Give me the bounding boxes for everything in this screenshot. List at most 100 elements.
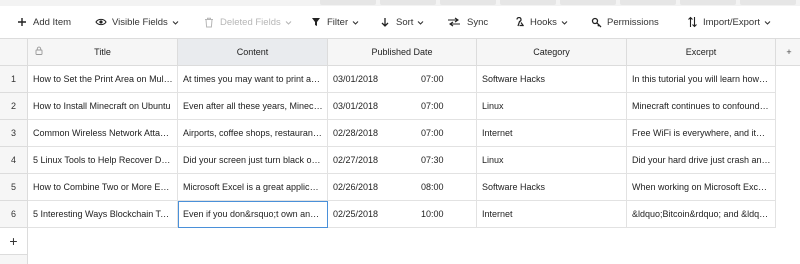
table-cell-date[interactable]: 03/01/2018 07:00	[328, 93, 477, 120]
table-cell-excerpt[interactable]: &ldquo;Bitcoin&rdquo; and &ldq…	[627, 201, 776, 228]
table-cell-content[interactable]: Microsoft Excel is a great applica…	[178, 174, 328, 201]
chevron-down-icon	[417, 19, 424, 26]
cell-text: Airports, coffee shops, restauran…	[183, 128, 322, 138]
lock-icon	[35, 46, 43, 57]
table-cell-date[interactable]: 02/27/2018 07:30	[328, 147, 477, 174]
data-grid: Title Content Published Date Category Ex…	[0, 38, 800, 264]
table-cell-title[interactable]: How to Set the Print Area on Mul…	[28, 66, 178, 93]
time-value: 07:00	[421, 101, 444, 111]
plus-icon	[16, 16, 28, 28]
column-header-label: Title	[94, 47, 111, 57]
eye-icon	[95, 16, 107, 28]
date-value: 02/28/2018	[333, 128, 379, 138]
top-strip-tab	[740, 0, 796, 5]
table-cell-excerpt[interactable]: Free WiFi is everywhere, and it&r…	[627, 120, 776, 147]
chevron-down-icon	[285, 19, 292, 26]
row-number[interactable]: 6	[0, 201, 28, 228]
arrow-down-icon	[379, 16, 391, 28]
time-value: 08:00	[421, 182, 444, 192]
time-value: 07:30	[421, 155, 444, 165]
table-cell-category[interactable]: Linux	[477, 93, 627, 120]
cell-text: In this tutorial you will learn how…	[632, 74, 769, 84]
date-value: 03/01/2018	[333, 74, 379, 84]
cell-text: At times you may want to print a…	[183, 74, 321, 84]
cell-text: &ldquo;Bitcoin&rdquo; and &ldq…	[632, 209, 769, 219]
table-cell-content[interactable]: Even if you don&rsquo;t own an…	[178, 201, 328, 228]
permissions-label: Permissions	[607, 16, 659, 28]
top-strip-tab	[680, 0, 736, 5]
cell-text: Did your hard drive just crash an…	[632, 155, 771, 165]
table-cell-category[interactable]: Internet	[477, 120, 627, 147]
add-item-button[interactable]: Add Item	[16, 6, 71, 38]
cell-text: Internet	[482, 128, 513, 138]
cell-text: Internet	[482, 209, 513, 219]
chevron-down-icon	[764, 19, 771, 26]
table-cell-content[interactable]: Even after all these years, Minecr…	[178, 93, 328, 120]
table-cell-excerpt[interactable]: Minecraft continues to confound…	[627, 93, 776, 120]
column-header-category[interactable]: Category	[477, 39, 627, 66]
table-cell-date[interactable]: 02/28/2018 07:00	[328, 120, 477, 147]
row-number[interactable]: 5	[0, 174, 28, 201]
table-cell-date[interactable]: 03/01/2018 07:00	[328, 66, 477, 93]
add-row-button[interactable]: +	[0, 228, 28, 255]
top-strip-tab	[440, 0, 496, 5]
sync-label: Sync	[467, 16, 489, 28]
cell-text: Software Hacks	[482, 182, 546, 192]
sync-button[interactable]: Sync	[447, 6, 488, 38]
table-cell-category[interactable]: Software Hacks	[477, 66, 627, 93]
row-number[interactable]: 4	[0, 147, 28, 174]
permissions-button[interactable]: Permissions	[590, 6, 659, 38]
cell-text: 5 Linux Tools to Help Recover D…	[33, 155, 171, 165]
top-strip-tab	[380, 0, 436, 5]
sort-label: Sort	[396, 16, 414, 28]
cell-text: Even after all these years, Minecr…	[183, 101, 326, 111]
hooks-button[interactable]: Hooks	[513, 6, 568, 38]
table-cell-title[interactable]: Common Wireless Network Atta…	[28, 120, 178, 147]
top-strip-tab	[320, 0, 376, 5]
row-number[interactable]: 3	[0, 120, 28, 147]
top-strip-tab	[560, 0, 616, 5]
corner-header	[0, 39, 28, 66]
time-value: 07:00	[421, 128, 444, 138]
sort-button[interactable]: Sort	[379, 6, 424, 38]
deleted-fields-button[interactable]: Deleted Fields	[203, 6, 292, 38]
filter-button[interactable]: Filter	[310, 6, 359, 38]
cell-text: Minecraft continues to confound…	[632, 101, 769, 111]
table-cell-content[interactable]: At times you may want to print a…	[178, 66, 328, 93]
cell-text: 5 Interesting Ways Blockchain Te…	[33, 209, 175, 219]
table-cell-date[interactable]: 02/26/2018 08:00	[328, 174, 477, 201]
visible-fields-label: Visible Fields	[112, 16, 168, 28]
import-export-button[interactable]: Import/Export	[686, 6, 771, 38]
table-cell-excerpt[interactable]: Did your hard drive just crash an…	[627, 147, 776, 174]
filter-label: Filter	[327, 16, 349, 28]
table-cell-date[interactable]: 02/25/2018 10:00	[328, 201, 477, 228]
table-cell-content[interactable]: Did your screen just turn black o…	[178, 147, 328, 174]
row-number[interactable]: 2	[0, 93, 28, 120]
key-icon	[590, 16, 602, 28]
column-header-excerpt[interactable]: Excerpt	[627, 39, 776, 66]
cell-text: Software Hacks	[482, 74, 546, 84]
table-cell-title[interactable]: 5 Interesting Ways Blockchain Te…	[28, 201, 178, 228]
column-header-content[interactable]: Content	[178, 39, 328, 66]
visible-fields-button[interactable]: Visible Fields	[95, 6, 179, 38]
chevron-down-icon	[352, 19, 359, 26]
column-header-title[interactable]: Title	[28, 39, 178, 66]
table-cell-excerpt[interactable]: In this tutorial you will learn how…	[627, 66, 776, 93]
table-cell-title[interactable]: How to Install Minecraft on Ubuntu	[28, 93, 178, 120]
add-column-button[interactable]: +	[776, 39, 800, 66]
row-number[interactable]: 1	[0, 66, 28, 93]
toolbar: Add Item Visible Fields Deleted Fields F…	[0, 6, 800, 38]
table-cell-category[interactable]: Internet	[477, 201, 627, 228]
column-header-published-date[interactable]: Published Date	[328, 39, 477, 66]
cell-text: Linux	[482, 155, 504, 165]
cell-text: Microsoft Excel is a great applica…	[183, 182, 324, 192]
table-cell-category[interactable]: Linux	[477, 147, 627, 174]
funnel-icon	[310, 16, 322, 28]
table-cell-title[interactable]: 5 Linux Tools to Help Recover D…	[28, 147, 178, 174]
cell-text: Even if you don&rsquo;t own an…	[183, 209, 320, 219]
table-cell-excerpt[interactable]: When working on Microsoft Exc…	[627, 174, 776, 201]
table-cell-category[interactable]: Software Hacks	[477, 174, 627, 201]
date-value: 03/01/2018	[333, 101, 379, 111]
table-cell-content[interactable]: Airports, coffee shops, restauran…	[178, 120, 328, 147]
table-cell-title[interactable]: How to Combine Two or More Ex…	[28, 174, 178, 201]
